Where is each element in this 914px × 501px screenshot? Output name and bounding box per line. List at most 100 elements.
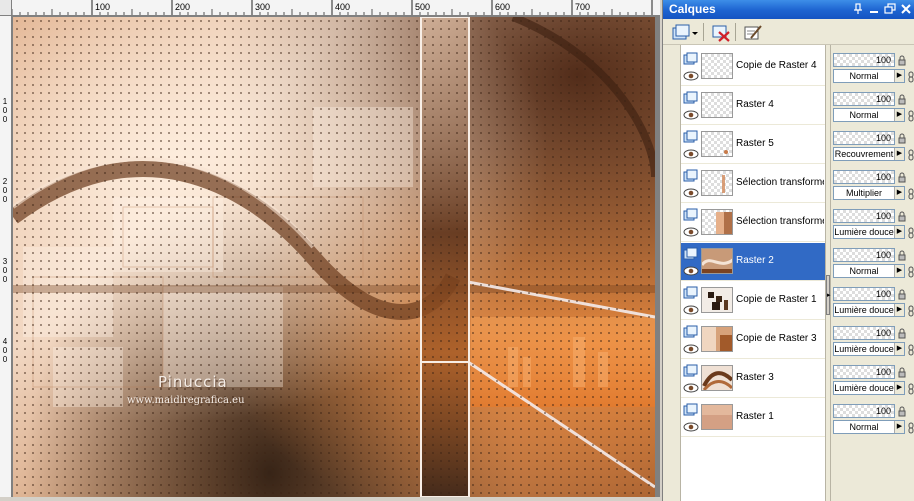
lock-icon[interactable]: [897, 365, 907, 378]
layer-group-icon[interactable]: [683, 130, 699, 144]
opacity-slider[interactable]: 100: [833, 404, 895, 418]
dropdown-arrow-icon[interactable]: ▶: [894, 70, 904, 82]
layer-group-icon[interactable]: [683, 403, 699, 417]
dropdown-arrow-icon[interactable]: ▶: [894, 421, 904, 433]
layer-thumbnail: [701, 170, 733, 196]
layer-name: Copie de Raster 3: [736, 333, 817, 344]
layer-row[interactable]: Raster 5: [681, 126, 825, 164]
opacity-slider[interactable]: 100: [833, 365, 895, 379]
splitter-arrow-icon[interactable]: ▸: [826, 275, 831, 315]
blend-mode-select[interactable]: Multiplier ▶: [833, 186, 905, 200]
blend-mode-select[interactable]: Lumière douce ▶: [833, 225, 905, 239]
opacity-slider[interactable]: 100: [833, 92, 895, 106]
visibility-eye-icon[interactable]: [683, 420, 699, 432]
lock-icon[interactable]: [897, 209, 907, 222]
visibility-eye-icon[interactable]: [683, 225, 699, 237]
layer-group-icon[interactable]: [683, 52, 699, 66]
blend-mode-select[interactable]: Normal ▶: [833, 420, 905, 434]
opacity-slider[interactable]: 100: [833, 131, 895, 145]
blend-mode-select[interactable]: Lumière douce ▶: [833, 381, 905, 395]
visibility-eye-icon[interactable]: [683, 69, 699, 81]
opacity-slider[interactable]: 100: [833, 209, 895, 223]
visibility-eye-icon[interactable]: [683, 342, 699, 354]
layer-thumbnail: [701, 92, 733, 118]
visibility-eye-icon[interactable]: [683, 303, 699, 315]
blend-mode-select[interactable]: Normal ▶: [833, 69, 905, 83]
image-canvas[interactable]: Pinuccia www.maidiregrafica.eu: [13, 17, 655, 497]
blend-mode-select[interactable]: Normal ▶: [833, 264, 905, 278]
layer-row[interactable]: Sélection transformée: [681, 204, 825, 242]
blend-mode-select[interactable]: Lumière douce ▶: [833, 342, 905, 356]
layer-row[interactable]: Raster 4: [681, 87, 825, 125]
visibility-eye-icon[interactable]: [683, 264, 699, 276]
link-icon[interactable]: [907, 226, 914, 239]
layer-row[interactable]: Raster 2: [681, 243, 825, 281]
visibility-eye-icon[interactable]: [683, 108, 699, 120]
dropdown-arrow-icon[interactable]: ▶: [894, 343, 904, 355]
ruler-label: 0: [2, 346, 8, 355]
dropdown-arrow-icon[interactable]: ▶: [894, 382, 904, 394]
layer-name: Raster 2: [736, 255, 774, 266]
layer-properties-button[interactable]: [741, 22, 763, 42]
layer-row[interactable]: Copie de Raster 4: [681, 48, 825, 86]
opacity-slider[interactable]: 100: [833, 170, 895, 184]
layer-group-icon[interactable]: [683, 286, 699, 300]
palette-toolbar: [663, 19, 914, 45]
dropdown-arrow-icon[interactable]: ▶: [894, 304, 904, 316]
dropdown-arrow-icon[interactable]: ▶: [894, 226, 904, 238]
link-icon[interactable]: [907, 265, 914, 278]
link-icon[interactable]: [907, 343, 914, 356]
layer-row[interactable]: Copie de Raster 1: [681, 282, 825, 320]
blend-mode-select[interactable]: Recouvrement ▶: [833, 147, 905, 161]
canvas-scrollbar[interactable]: [0, 497, 660, 501]
visibility-eye-icon[interactable]: [683, 381, 699, 393]
layer-row[interactable]: Raster 3: [681, 360, 825, 398]
layer-row[interactable]: Sélection transformée: [681, 165, 825, 203]
opacity-slider[interactable]: 100: [833, 287, 895, 301]
layer-group-icon[interactable]: [683, 91, 699, 105]
dropdown-arrow-icon[interactable]: ▶: [894, 265, 904, 277]
layer-group-icon[interactable]: [683, 169, 699, 183]
link-icon[interactable]: [907, 304, 914, 317]
lock-icon[interactable]: [897, 170, 907, 183]
layer-row[interactable]: Raster 1: [681, 399, 825, 437]
restore-icon[interactable]: [883, 2, 897, 16]
blend-mode-select[interactable]: Lumière douce ▶: [833, 303, 905, 317]
visibility-eye-icon[interactable]: [683, 147, 699, 159]
link-icon[interactable]: [907, 187, 914, 200]
pin-icon[interactable]: [851, 2, 865, 16]
lock-icon[interactable]: [897, 404, 907, 417]
opacity-slider[interactable]: 100: [833, 248, 895, 262]
delete-layer-button[interactable]: [709, 22, 731, 42]
lock-icon[interactable]: [897, 287, 907, 300]
dropdown-arrow-icon[interactable]: ▶: [894, 148, 904, 160]
lock-icon[interactable]: [897, 326, 907, 339]
layer-row[interactable]: Copie de Raster 3: [681, 321, 825, 359]
layer-thumbnail: [701, 248, 733, 274]
layer-group-icon[interactable]: [683, 364, 699, 378]
dropdown-arrow-icon[interactable]: ▶: [894, 109, 904, 121]
link-icon[interactable]: [907, 382, 914, 395]
link-icon[interactable]: [907, 70, 914, 83]
ruler-label: 3: [2, 257, 8, 266]
minimize-icon[interactable]: [867, 2, 881, 16]
layer-group-icon[interactable]: [683, 247, 699, 261]
opacity-slider[interactable]: 100: [833, 326, 895, 340]
dropdown-arrow-icon[interactable]: ▶: [894, 187, 904, 199]
lock-icon[interactable]: [897, 53, 907, 66]
lock-icon[interactable]: [897, 92, 907, 105]
lock-icon[interactable]: [897, 248, 907, 261]
new-layer-button[interactable]: [669, 22, 699, 42]
link-icon[interactable]: [907, 109, 914, 122]
lock-icon[interactable]: [897, 131, 907, 144]
visibility-eye-icon[interactable]: [683, 186, 699, 198]
palette-titlebar[interactable]: Calques: [663, 0, 914, 19]
blend-mode-select[interactable]: Normal ▶: [833, 108, 905, 122]
link-icon[interactable]: [907, 148, 914, 161]
layer-group-icon[interactable]: [683, 325, 699, 339]
layer-group-icon[interactable]: [683, 208, 699, 222]
close-icon[interactable]: [899, 2, 913, 16]
link-icon[interactable]: [907, 421, 914, 434]
layer-thumbnail: [701, 326, 733, 352]
opacity-slider[interactable]: 100: [833, 53, 895, 67]
